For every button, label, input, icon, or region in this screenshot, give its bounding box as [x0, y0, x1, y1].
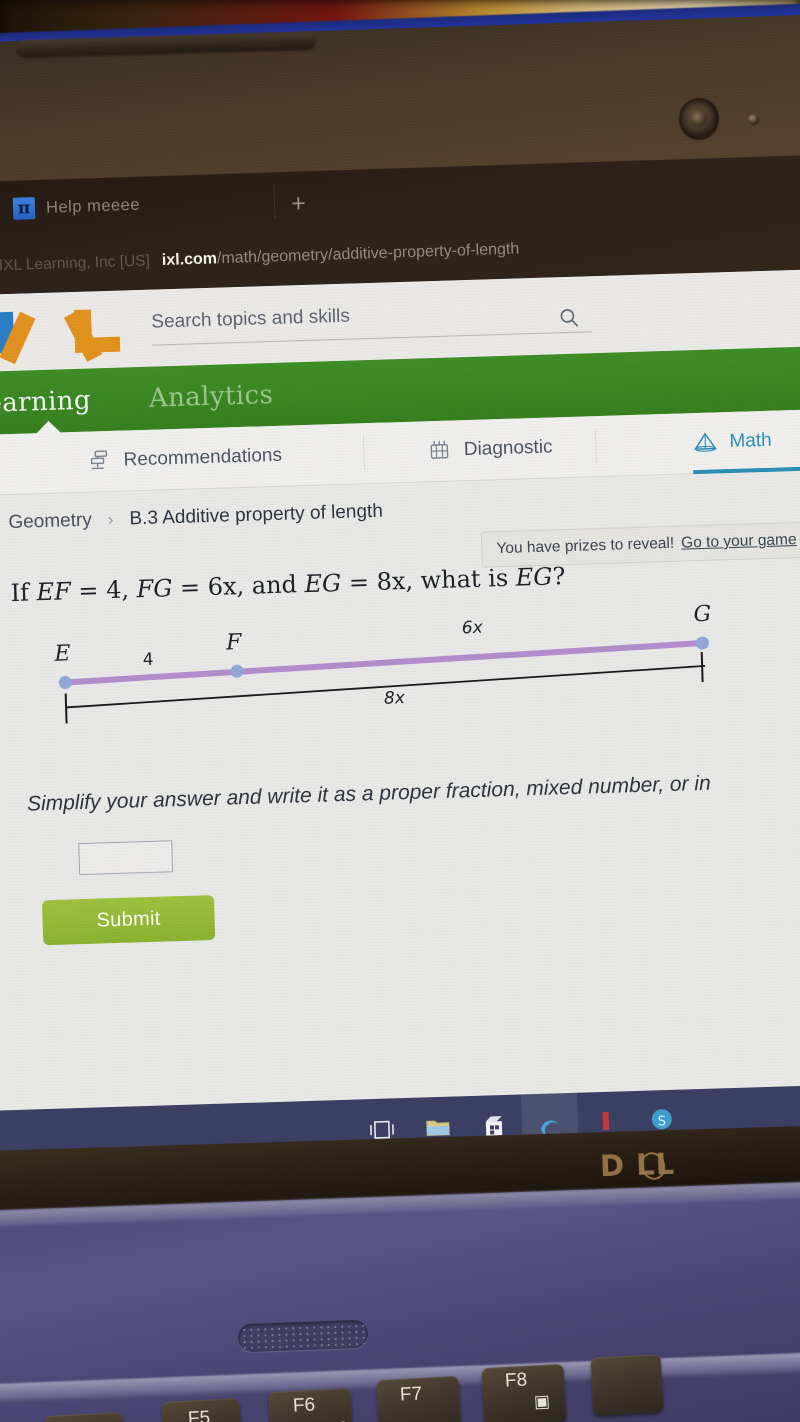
question-prefix: If: [10, 578, 37, 608]
prize-banner-text: You have prizes to reveal!: [496, 534, 675, 558]
key-f9[interactable]: [590, 1354, 664, 1416]
speaker-grille-icon: [237, 1319, 369, 1353]
diagnostic-icon: [426, 438, 453, 465]
nav-item-analytics[interactable]: Analytics: [148, 379, 273, 413]
breadcrumb-skill: B.3 Additive property of length: [129, 500, 384, 530]
question-eq2: = 6x, and: [171, 570, 305, 603]
point-label-e: E: [53, 641, 71, 667]
url-text: ixl.com/math/geometry/additive-property-…: [162, 240, 520, 270]
tab-math[interactable]: Math: [692, 411, 800, 475]
measure-label-6x: 6x: [462, 618, 484, 639]
nav-item-learning[interactable]: Learning: [0, 385, 91, 419]
svg-text:S: S: [658, 1114, 667, 1129]
search-icon[interactable]: [559, 307, 580, 328]
key-f4[interactable]: [44, 1411, 126, 1422]
prize-banner-link[interactable]: Go to your game: [681, 531, 797, 553]
webcam-led-icon: [748, 114, 759, 125]
tab-divider-2: [594, 429, 597, 464]
new-tab-button[interactable]: +: [291, 189, 307, 217]
logo-xl-mark: [0, 308, 121, 364]
question-segment-fg: FG: [136, 574, 173, 604]
question-suffix: ?: [552, 562, 566, 591]
laptop-photo-scene: π Help meeee + IXL Learning, Inc [US] ix…: [0, 0, 800, 1422]
question-segment-ef: EF: [36, 577, 72, 607]
question-area: If EF = 4, FG = 6x, and EG = 8x, what is…: [0, 554, 800, 948]
point-label-g: G: [693, 602, 711, 628]
math-pyramid-icon: [692, 429, 719, 456]
search-input[interactable]: Search topics and skills: [151, 297, 592, 346]
tab-math-label: Math: [729, 429, 772, 453]
recommendations-icon: [86, 448, 113, 475]
tab-diagnostic-label: Diagnostic: [463, 436, 553, 461]
key-f5-label: F5: [187, 1407, 211, 1422]
question-segment-eg2: EG: [515, 562, 553, 592]
key-f6-label: F6: [292, 1394, 316, 1417]
answer-input[interactable]: [78, 840, 174, 876]
browser-tab-title: Help meeee: [45, 195, 141, 217]
measure-label-8x: 8x: [384, 688, 406, 709]
point-label-f: F: [225, 630, 243, 656]
bracket-tick-right: [700, 651, 704, 683]
pi-icon: π: [12, 197, 36, 220]
question-segment-eg: EG: [304, 568, 342, 599]
segment-diagram: E F G 4 6x 8x: [0, 596, 800, 753]
measure-label-4: 4: [142, 650, 153, 670]
bracket-tick-left: [64, 693, 68, 724]
segment-line-eg: [62, 639, 708, 686]
key-f7-label: F7: [399, 1383, 423, 1406]
webcam-lens-icon: [690, 110, 707, 127]
ixl-logo-icon[interactable]: [0, 307, 124, 364]
tab-divider-1: [362, 436, 365, 471]
tab-diagnostic[interactable]: Diagnostic: [426, 417, 553, 481]
question-text: If EF = 4, FG = 6x, and EG = 8x, what is…: [10, 554, 800, 608]
tab-math-active-underline: [693, 464, 800, 475]
breadcrumb-separator-icon: ›: [107, 509, 114, 530]
point-g-dot: [695, 636, 709, 650]
key-f8-label: F8: [504, 1369, 528, 1392]
question-eq1: = 4,: [70, 575, 138, 606]
key-f8-display-icon: ▣: [533, 1391, 551, 1412]
point-f-dot: [230, 664, 244, 678]
point-e-dot: [58, 675, 72, 689]
tab-divider: [273, 184, 276, 219]
url-path: /math/geometry/additive-property-of-leng…: [216, 240, 520, 268]
site-identity-label: IXL Learning, Inc [US]: [0, 252, 151, 275]
breadcrumb-subject[interactable]: Geometry: [8, 510, 92, 535]
instruction-text: Simplify your answer and write it as a p…: [26, 771, 712, 816]
submit-button[interactable]: Submit: [41, 895, 216, 946]
question-eq3: = 8x, what is: [340, 563, 517, 597]
browser-tab[interactable]: π Help meeee: [7, 188, 157, 225]
url-host: ixl.com: [161, 250, 218, 270]
keyboard-function-row: F4 F5 ▶❙ F6 ▶▶❙ F7 F8 ▣: [0, 1354, 800, 1422]
ixl-web-page: Search topics and skills Learning Analyt…: [0, 268, 800, 1130]
search-placeholder-label: Search topics and skills: [151, 305, 351, 333]
tab-recommendations[interactable]: Recommendations: [86, 426, 283, 492]
tab-recommendations-label: Recommendations: [123, 444, 283, 471]
